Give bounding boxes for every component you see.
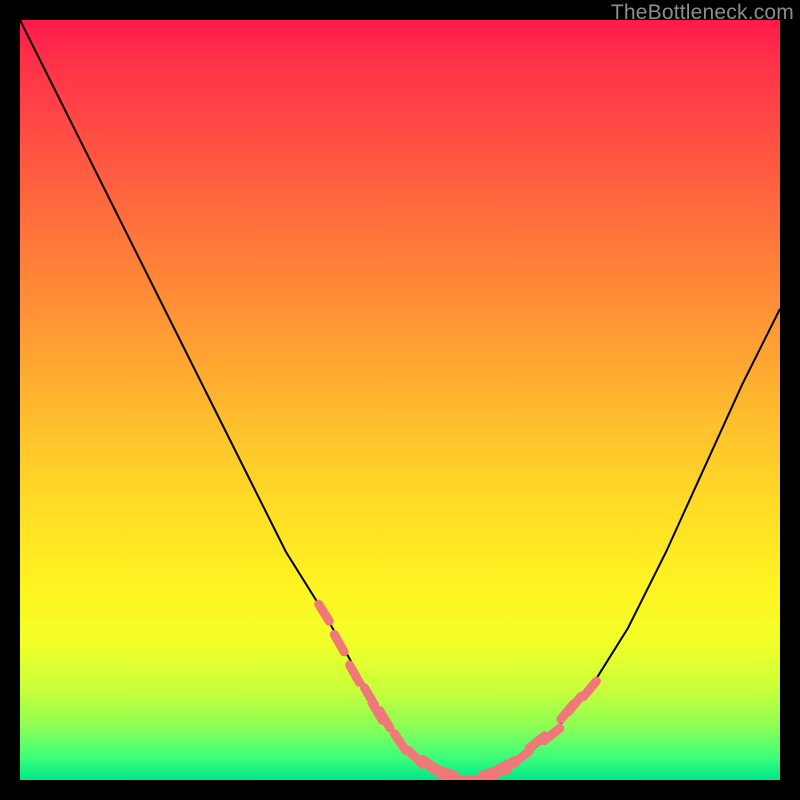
- marker-dash: [350, 665, 360, 682]
- chart-svg: [20, 20, 780, 780]
- chart-frame: TheBottleneck.com: [0, 0, 800, 800]
- plot-area: [20, 20, 780, 780]
- marker-dash: [584, 681, 597, 696]
- marker-dash: [395, 734, 406, 751]
- marker-dash: [544, 728, 560, 740]
- marker-dash: [514, 751, 530, 763]
- curve-layer: [20, 20, 780, 780]
- marker-layer: [319, 604, 597, 780]
- marker-dash: [380, 711, 390, 728]
- bottleneck-curve: [20, 20, 780, 780]
- marker-dash: [568, 696, 581, 711]
- marker-dash: [319, 604, 330, 621]
- marker-dash: [334, 635, 344, 652]
